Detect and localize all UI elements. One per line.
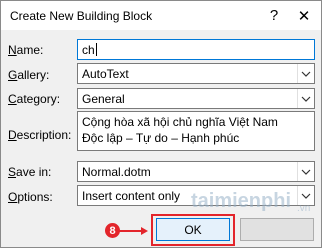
title-bar: Create New Building Block ? ✕ — [1, 1, 321, 30]
cancel-button[interactable] — [240, 218, 314, 241]
svg-text:taimienphi: taimienphi — [191, 190, 291, 212]
arrow-right-icon — [119, 227, 148, 235]
name-field[interactable]: ch — [77, 39, 315, 60]
options-label: Options: — [8, 190, 53, 204]
step-badge: 8 — [105, 223, 120, 238]
options-value: Insert content only — [82, 189, 181, 203]
svg-text:.vn: .vn — [297, 203, 310, 214]
chevron-down-icon[interactable] — [297, 162, 314, 181]
save-in-label: Save in: — [8, 165, 52, 179]
text-caret — [95, 43, 97, 56]
gallery-select[interactable]: AutoText — [77, 63, 315, 84]
close-button[interactable]: ✕ — [289, 1, 319, 30]
description-field[interactable]: Cộng hòa xã hội chủ nghĩa Việt Nam Độc l… — [77, 111, 315, 151]
save-in-select[interactable]: Normal.dotm — [77, 161, 315, 182]
name-value: ch — [82, 43, 95, 57]
description-label: Description: — [8, 128, 72, 142]
name-label: Name: — [8, 43, 44, 57]
save-in-value: Normal.dotm — [82, 165, 151, 179]
window-title: Create New Building Block — [10, 9, 153, 23]
chevron-down-icon[interactable] — [297, 64, 314, 83]
gallery-label: Gallery: — [8, 68, 50, 82]
ok-button[interactable]: OK — [156, 218, 230, 241]
help-button[interactable]: ? — [259, 1, 289, 30]
gallery-value: AutoText — [82, 67, 129, 81]
category-label: Category: — [8, 92, 61, 106]
category-select[interactable]: General — [77, 88, 315, 109]
chevron-down-icon[interactable] — [297, 89, 314, 108]
watermark-logo: taimienphi .vn — [191, 190, 310, 214]
description-line-2: Độc lập – Tự do – Hạnh phúc — [82, 131, 240, 145]
description-line-1: Cộng hòa xã hội chủ nghĩa Việt Nam — [82, 115, 278, 129]
create-building-block-dialog: Create New Building Block ? ✕ Name: ch G… — [0, 0, 322, 248]
category-value: General — [82, 92, 125, 106]
